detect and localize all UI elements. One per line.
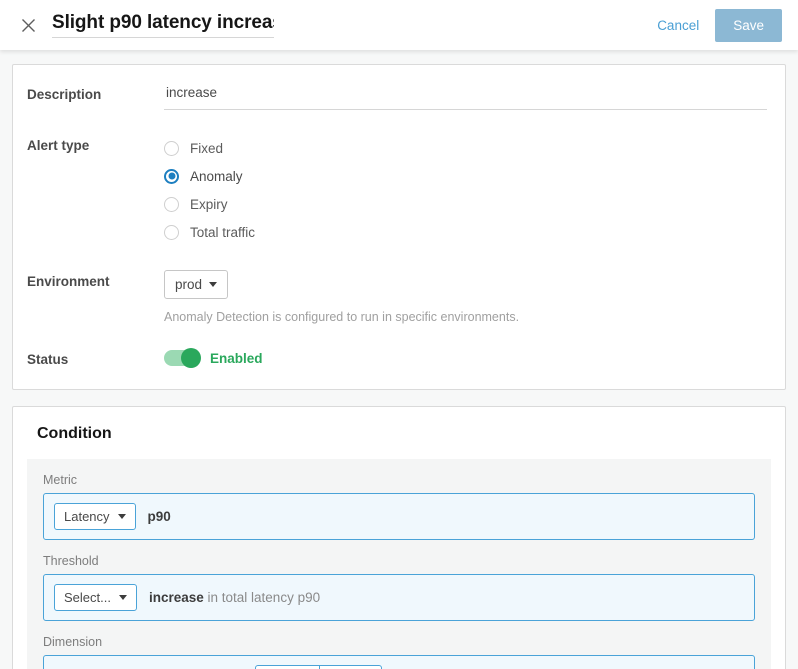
threshold-direction: increase (149, 590, 204, 605)
header-actions: Cancel Save (655, 9, 782, 42)
condition-panel: Metric Latency p90 Threshold Select... (27, 459, 771, 669)
threshold-subject: in total latency p90 (204, 590, 320, 605)
radio-indicator (164, 169, 179, 184)
dimension-segmented-control: Region Any (255, 665, 382, 669)
threshold-dropdown-value: Select... (64, 590, 111, 605)
environment-label: Environment (27, 270, 164, 289)
condition-card: Condition Metric Latency p90 Threshold S… (12, 406, 786, 669)
radio-label: Total traffic (190, 225, 255, 240)
dimension-field[interactable]: All proxies and targets detected Region … (43, 655, 755, 669)
close-button[interactable] (14, 11, 42, 39)
threshold-dropdown[interactable]: Select... (54, 584, 137, 611)
threshold-label: Threshold (43, 554, 755, 568)
save-button[interactable]: Save (715, 9, 782, 42)
alert-type-row: Alert type Fixed Anomaly Expiry (27, 134, 767, 246)
status-row: Status Enabled (27, 348, 767, 367)
radio-indicator (164, 141, 179, 156)
alert-title-input[interactable] (52, 12, 274, 34)
radio-label: Anomaly (190, 169, 243, 184)
description-input[interactable] (164, 83, 767, 110)
cancel-button[interactable]: Cancel (655, 14, 701, 37)
status-toggle[interactable] (164, 350, 200, 366)
radio-indicator (164, 197, 179, 212)
metric-field[interactable]: Latency p90 (43, 493, 755, 540)
alert-type-label: Alert type (27, 134, 164, 153)
alert-type-radio-group: Fixed Anomaly Expiry Total traffic (164, 134, 767, 246)
environment-help-text: Anomaly Detection is configured to run i… (164, 310, 767, 324)
metric-label: Metric (43, 473, 755, 487)
alert-title-field[interactable] (52, 12, 274, 38)
radio-option-anomaly[interactable]: Anomaly (164, 162, 767, 190)
radio-indicator (164, 225, 179, 240)
environment-dropdown[interactable]: prod (164, 270, 228, 299)
threshold-description: increase in total latency p90 (149, 590, 320, 605)
description-row: Description (27, 83, 767, 110)
toggle-knob (181, 348, 201, 368)
close-icon (21, 18, 36, 33)
environment-dropdown-value: prod (175, 277, 202, 292)
chevron-down-icon (119, 595, 127, 600)
status-value: Enabled (210, 351, 263, 366)
radio-option-total-traffic[interactable]: Total traffic (164, 218, 767, 246)
threshold-field[interactable]: Select... increase in total latency p90 (43, 574, 755, 621)
dialog-body: Description Alert type Fixed Anomaly (0, 50, 798, 669)
environment-row: Environment prod Anomaly Detection is co… (27, 270, 767, 324)
dimension-label: Dimension (43, 635, 755, 649)
metric-dropdown-value: Latency (64, 509, 110, 524)
radio-option-fixed[interactable]: Fixed (164, 134, 767, 162)
settings-card: Description Alert type Fixed Anomaly (12, 64, 786, 390)
status-label: Status (27, 348, 164, 367)
radio-label: Expiry (190, 197, 228, 212)
metric-value: p90 (148, 509, 171, 524)
condition-title: Condition (37, 425, 771, 443)
dialog-header: Cancel Save (0, 0, 798, 50)
chevron-down-icon (118, 514, 126, 519)
description-label: Description (27, 83, 164, 102)
radio-label: Fixed (190, 141, 223, 156)
metric-dropdown[interactable]: Latency (54, 503, 136, 530)
radio-option-expiry[interactable]: Expiry (164, 190, 767, 218)
chevron-down-icon (209, 282, 217, 287)
